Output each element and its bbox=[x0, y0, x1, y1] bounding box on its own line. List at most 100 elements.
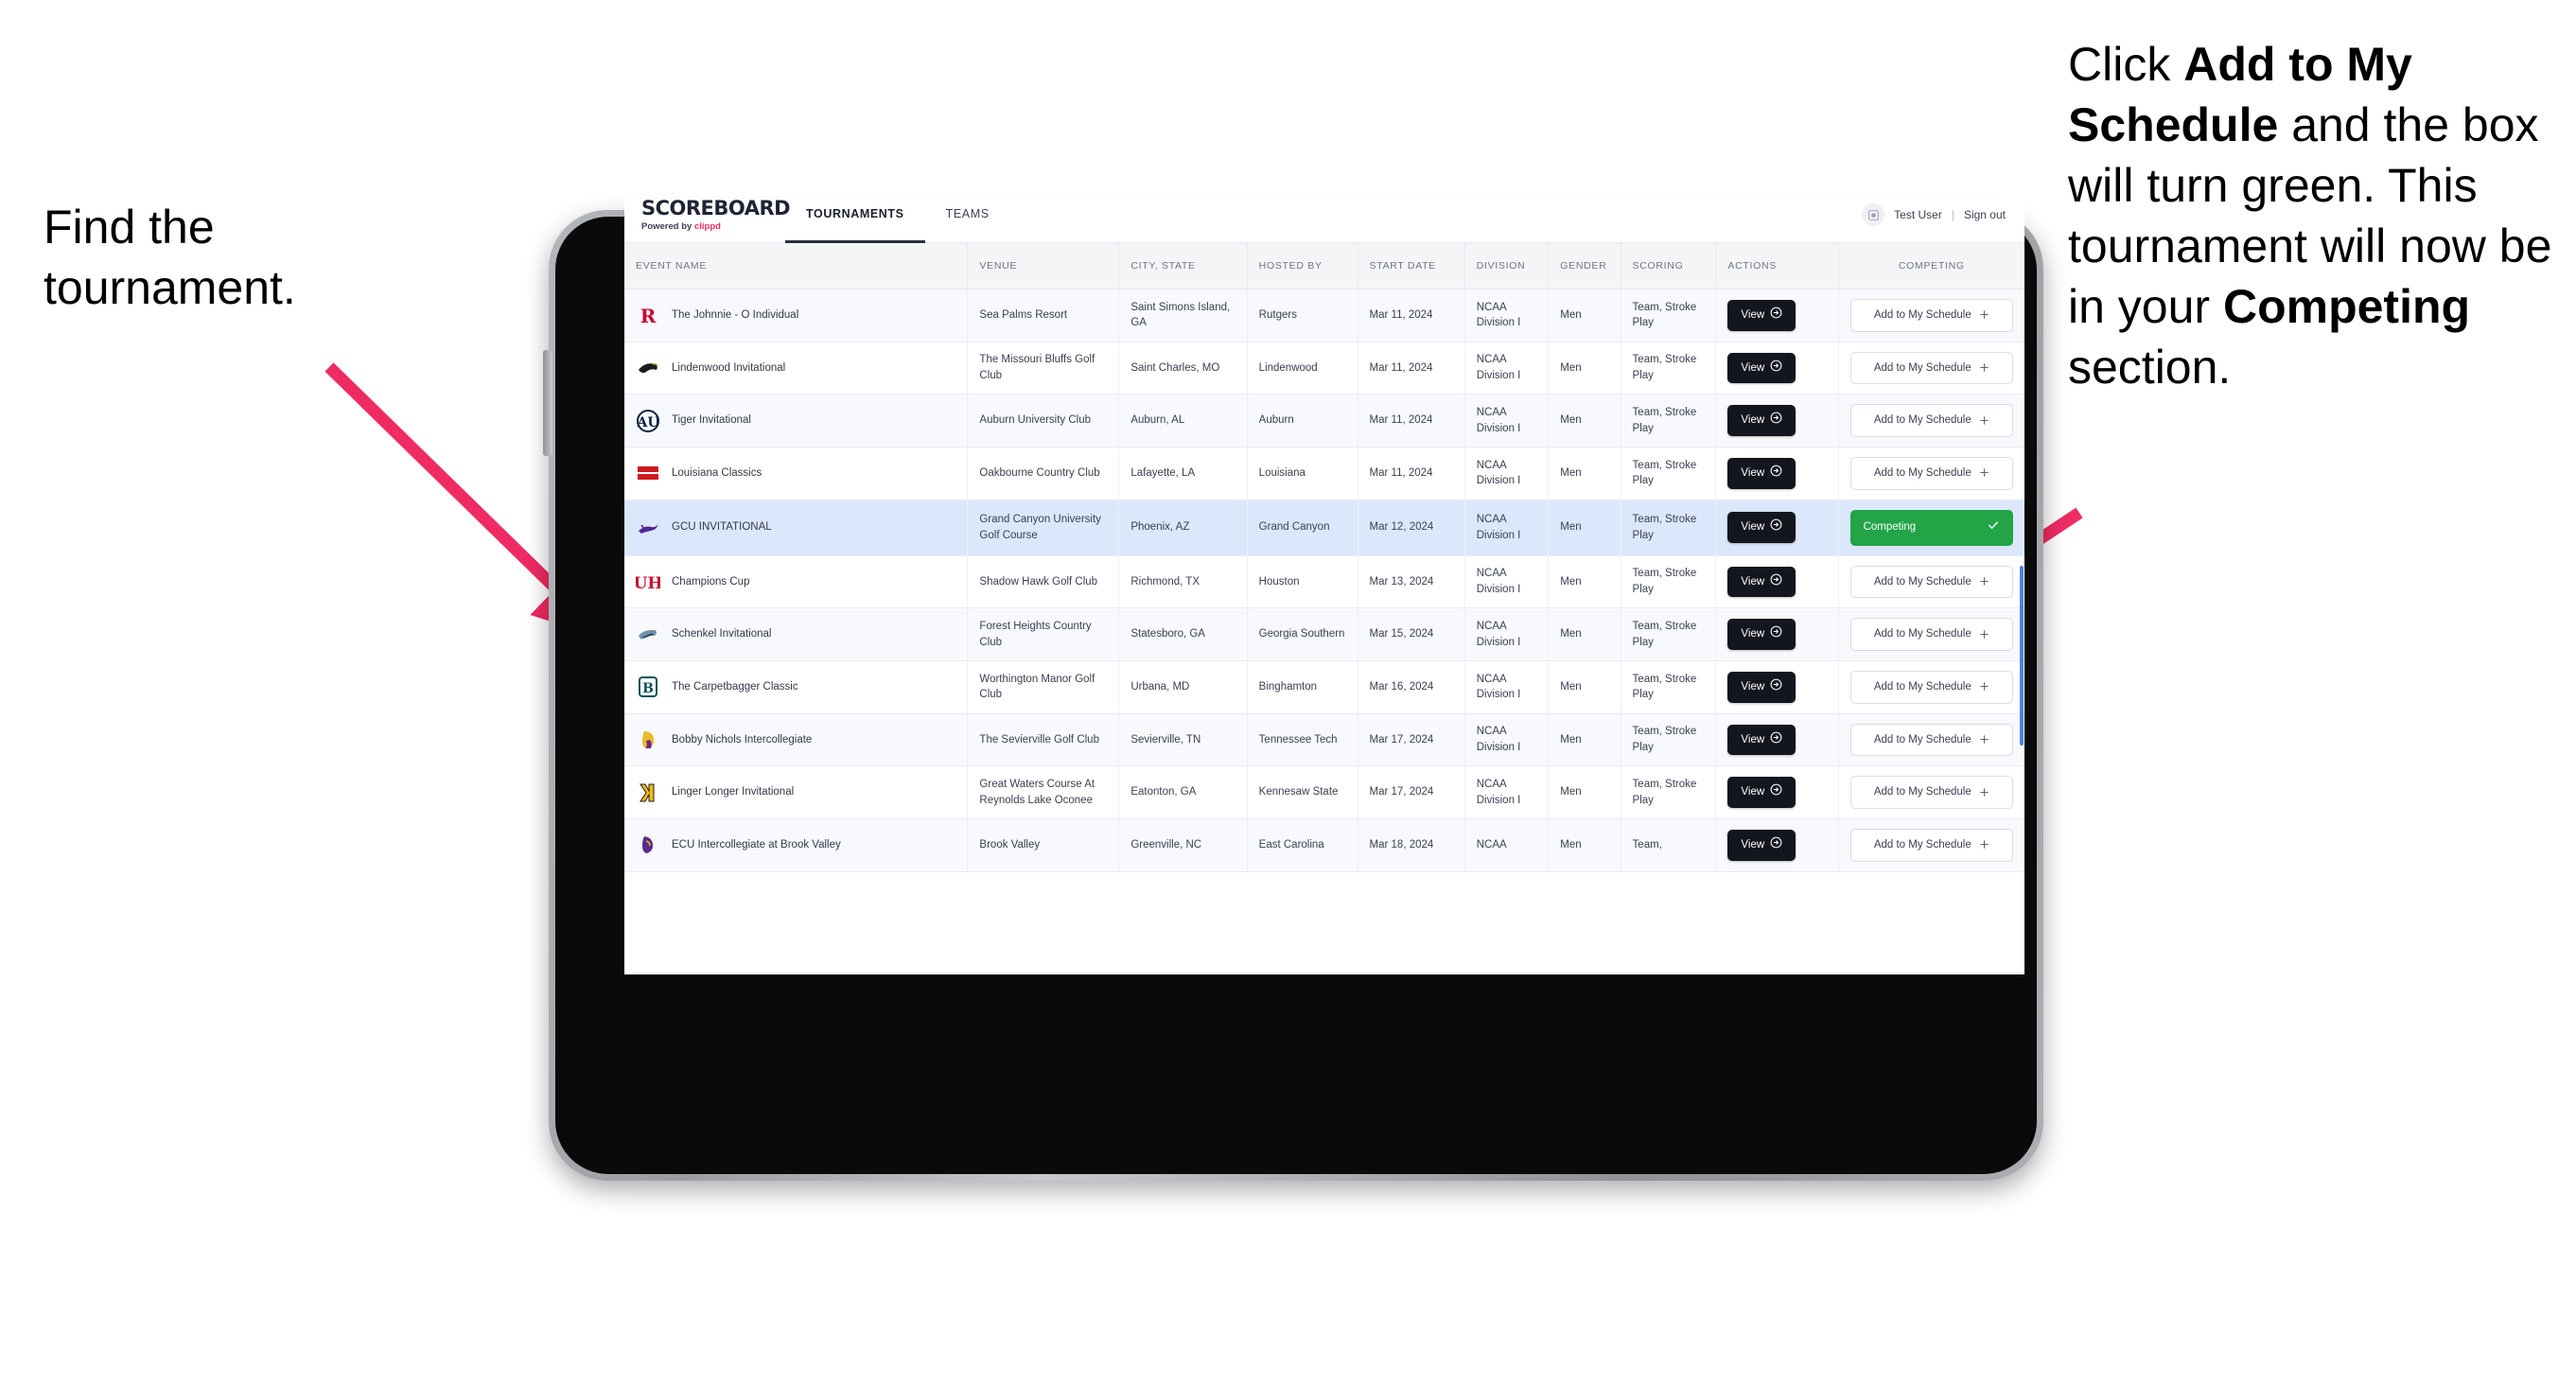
event-name-label: Linger Longer Invitational bbox=[672, 786, 795, 798]
sign-out-link[interactable]: Sign out bbox=[1964, 208, 2006, 221]
power-button[interactable] bbox=[543, 350, 552, 456]
column-header-division[interactable]: DIVISION bbox=[1464, 243, 1550, 289]
cell-hosted-by: Grand Canyon bbox=[1247, 500, 1358, 556]
table-row[interactable]: Lindenwood Invitational The Missouri Bluf… bbox=[624, 342, 2024, 395]
column-header-actions[interactable]: ACTIONS bbox=[1715, 243, 1839, 289]
cell-city-state: Sevierville, TN bbox=[1118, 713, 1248, 767]
cell-scoring: Team, Stroke Play bbox=[1621, 765, 1717, 819]
cell-start-date: Mar 11, 2024 bbox=[1358, 447, 1465, 500]
tab-tournaments[interactable]: TOURNAMENTS bbox=[785, 199, 925, 243]
app-header: SCOREBOARD Powered by clippd TOURNAMENTS… bbox=[624, 199, 2024, 243]
cell-gender: Men bbox=[1548, 342, 1621, 395]
column-header-start-date[interactable]: START DATE bbox=[1358, 243, 1465, 289]
cell-competing: Add to My Schedule bbox=[1838, 607, 2024, 661]
header-separator: | bbox=[1951, 208, 1954, 221]
plus-icon bbox=[1979, 733, 1989, 746]
view-button[interactable]: View bbox=[1727, 777, 1796, 808]
add-to-my-schedule-label: Add to My Schedule bbox=[1873, 733, 1971, 746]
view-button[interactable]: View bbox=[1727, 671, 1796, 703]
circle-arrow-right-icon bbox=[1770, 625, 1782, 643]
cell-start-date: Mar 11, 2024 bbox=[1358, 342, 1465, 395]
event-name-label: Lindenwood Invitational bbox=[672, 361, 786, 374]
cell-actions: View bbox=[1715, 500, 1839, 556]
view-button[interactable]: View bbox=[1727, 458, 1796, 489]
brand-title: SCOREBOARD bbox=[641, 199, 791, 219]
view-button[interactable]: View bbox=[1727, 405, 1796, 437]
tennessee-tech-logo bbox=[636, 728, 660, 752]
column-header-event-name[interactable]: EVENT NAME bbox=[624, 243, 969, 289]
cell-event-name: Bobby Nichols Intercollegiate bbox=[624, 713, 969, 767]
cell-scoring: Team, bbox=[1621, 818, 1717, 872]
view-button[interactable]: View bbox=[1727, 829, 1796, 861]
view-button[interactable]: View bbox=[1727, 512, 1796, 543]
brand-subtitle: Powered by clippd bbox=[641, 221, 785, 232]
add-to-my-schedule-button[interactable]: Add to My Schedule bbox=[1849, 670, 2013, 704]
view-button[interactable]: View bbox=[1727, 300, 1796, 331]
column-header-competing[interactable]: COMPETING bbox=[1838, 243, 2024, 289]
louisiana-ragin-cajuns-logo bbox=[636, 461, 660, 485]
table-row[interactable]: B The Carpetbagger Classic Worthington Man… bbox=[624, 660, 2024, 714]
column-header-city-state[interactable]: CITY, STATE bbox=[1118, 243, 1248, 289]
cell-scoring: Team, Stroke Play bbox=[1621, 394, 1717, 448]
check-icon bbox=[1987, 518, 2000, 537]
cell-division: NCAA Division I bbox=[1464, 765, 1550, 819]
table-row[interactable]: GCU INVITATIONAL Grand Canyon University … bbox=[624, 500, 2024, 556]
cell-city-state: Saint Charles, MO bbox=[1118, 342, 1248, 395]
circle-arrow-right-icon bbox=[1770, 465, 1782, 482]
add-to-my-schedule-button[interactable]: Add to My Schedule bbox=[1849, 351, 2013, 385]
column-header-hosted-by[interactable]: HOSTED BY bbox=[1247, 243, 1358, 289]
cell-hosted-by: Auburn bbox=[1247, 394, 1358, 448]
tournaments-table: EVENT NAME VENUE CITY, STATE HOSTED BY START… bbox=[624, 243, 2024, 872]
cell-division: NCAA Division I bbox=[1464, 447, 1550, 500]
circle-arrow-right-icon bbox=[1770, 678, 1782, 696]
cell-actions: View bbox=[1715, 342, 1839, 395]
table-row[interactable]: UH Champions Cup Shadow Hawk Golf Club Rich… bbox=[624, 555, 2024, 609]
table-row[interactable]: Linger Longer Invitational Great Waters C… bbox=[624, 765, 2024, 819]
table-row[interactable]: Bobby Nichols Intercollegiate The Sevierv… bbox=[624, 713, 2024, 767]
cell-venue: The Sevierville Golf Club bbox=[967, 713, 1120, 767]
clippd-wordmark: clippd bbox=[693, 220, 721, 232]
brand-logo[interactable]: SCOREBOARD Powered by clippd bbox=[624, 199, 791, 242]
add-to-my-schedule-button[interactable]: Add to My Schedule bbox=[1849, 828, 2013, 862]
add-to-my-schedule-button[interactable]: Add to My Schedule bbox=[1849, 723, 2013, 757]
table-row[interactable]: AU Tiger Invitational Auburn University Cl… bbox=[624, 394, 2024, 448]
add-to-my-schedule-button[interactable]: Add to My Schedule bbox=[1849, 299, 2013, 332]
add-to-my-schedule-button[interactable]: Add to My Schedule bbox=[1849, 565, 2013, 599]
tab-teams[interactable]: TEAMS bbox=[925, 199, 1010, 243]
add-to-my-schedule-label: Add to My Schedule bbox=[1873, 361, 1971, 374]
column-header-scoring[interactable]: SCORING bbox=[1621, 243, 1717, 289]
user-avatar-icon[interactable] bbox=[1862, 203, 1885, 226]
view-button[interactable]: View bbox=[1727, 724, 1796, 756]
add-to-my-schedule-button[interactable]: Add to My Schedule bbox=[1849, 457, 2013, 490]
table-row[interactable]: Schenkel Invitational Forest Heights Coun… bbox=[624, 607, 2024, 661]
add-to-my-schedule-button[interactable]: Add to My Schedule bbox=[1849, 618, 2013, 651]
view-button-label: View bbox=[1741, 521, 1765, 534]
column-header-venue[interactable]: VENUE bbox=[967, 243, 1120, 289]
view-button[interactable]: View bbox=[1727, 566, 1796, 598]
view-button[interactable]: View bbox=[1727, 352, 1796, 384]
table-row[interactable]: Louisiana Classics Oakbourne Country Club… bbox=[624, 447, 2024, 500]
event-name-label: Bobby Nichols Intercollegiate bbox=[672, 733, 813, 746]
table-row[interactable]: ECU Intercollegiate at Brook Valley Brook… bbox=[624, 818, 2024, 872]
circle-arrow-right-icon bbox=[1770, 783, 1782, 801]
cell-actions: View bbox=[1715, 607, 1839, 661]
svg-text:AU: AU bbox=[636, 415, 658, 430]
cell-event-name: R The Johnnie - O Individual bbox=[624, 289, 969, 342]
cell-city-state: Greenville, NC bbox=[1118, 818, 1248, 872]
cell-city-state: Phoenix, AZ bbox=[1118, 500, 1248, 556]
vertical-scrollbar[interactable] bbox=[2020, 566, 2024, 746]
cell-venue: Worthington Manor Golf Club bbox=[967, 660, 1120, 714]
cell-actions: View bbox=[1715, 818, 1839, 872]
cell-event-name: Lindenwood Invitational bbox=[624, 342, 969, 395]
table-row[interactable]: R The Johnnie - O Individual Sea Palms Res… bbox=[624, 289, 2024, 342]
competing-button[interactable]: Competing bbox=[1849, 509, 2013, 546]
column-header-gender[interactable]: GENDER bbox=[1548, 243, 1621, 289]
add-to-my-schedule-button[interactable]: Add to My Schedule bbox=[1849, 404, 2013, 438]
view-button[interactable]: View bbox=[1727, 619, 1796, 650]
cell-start-date: Mar 13, 2024 bbox=[1358, 555, 1465, 609]
cell-hosted-by: Louisiana bbox=[1247, 447, 1358, 500]
add-to-my-schedule-button[interactable]: Add to My Schedule bbox=[1849, 776, 2013, 809]
view-button-label: View bbox=[1741, 786, 1765, 798]
auburn-logo: AU bbox=[636, 409, 660, 433]
cell-hosted-by: Houston bbox=[1247, 555, 1358, 609]
